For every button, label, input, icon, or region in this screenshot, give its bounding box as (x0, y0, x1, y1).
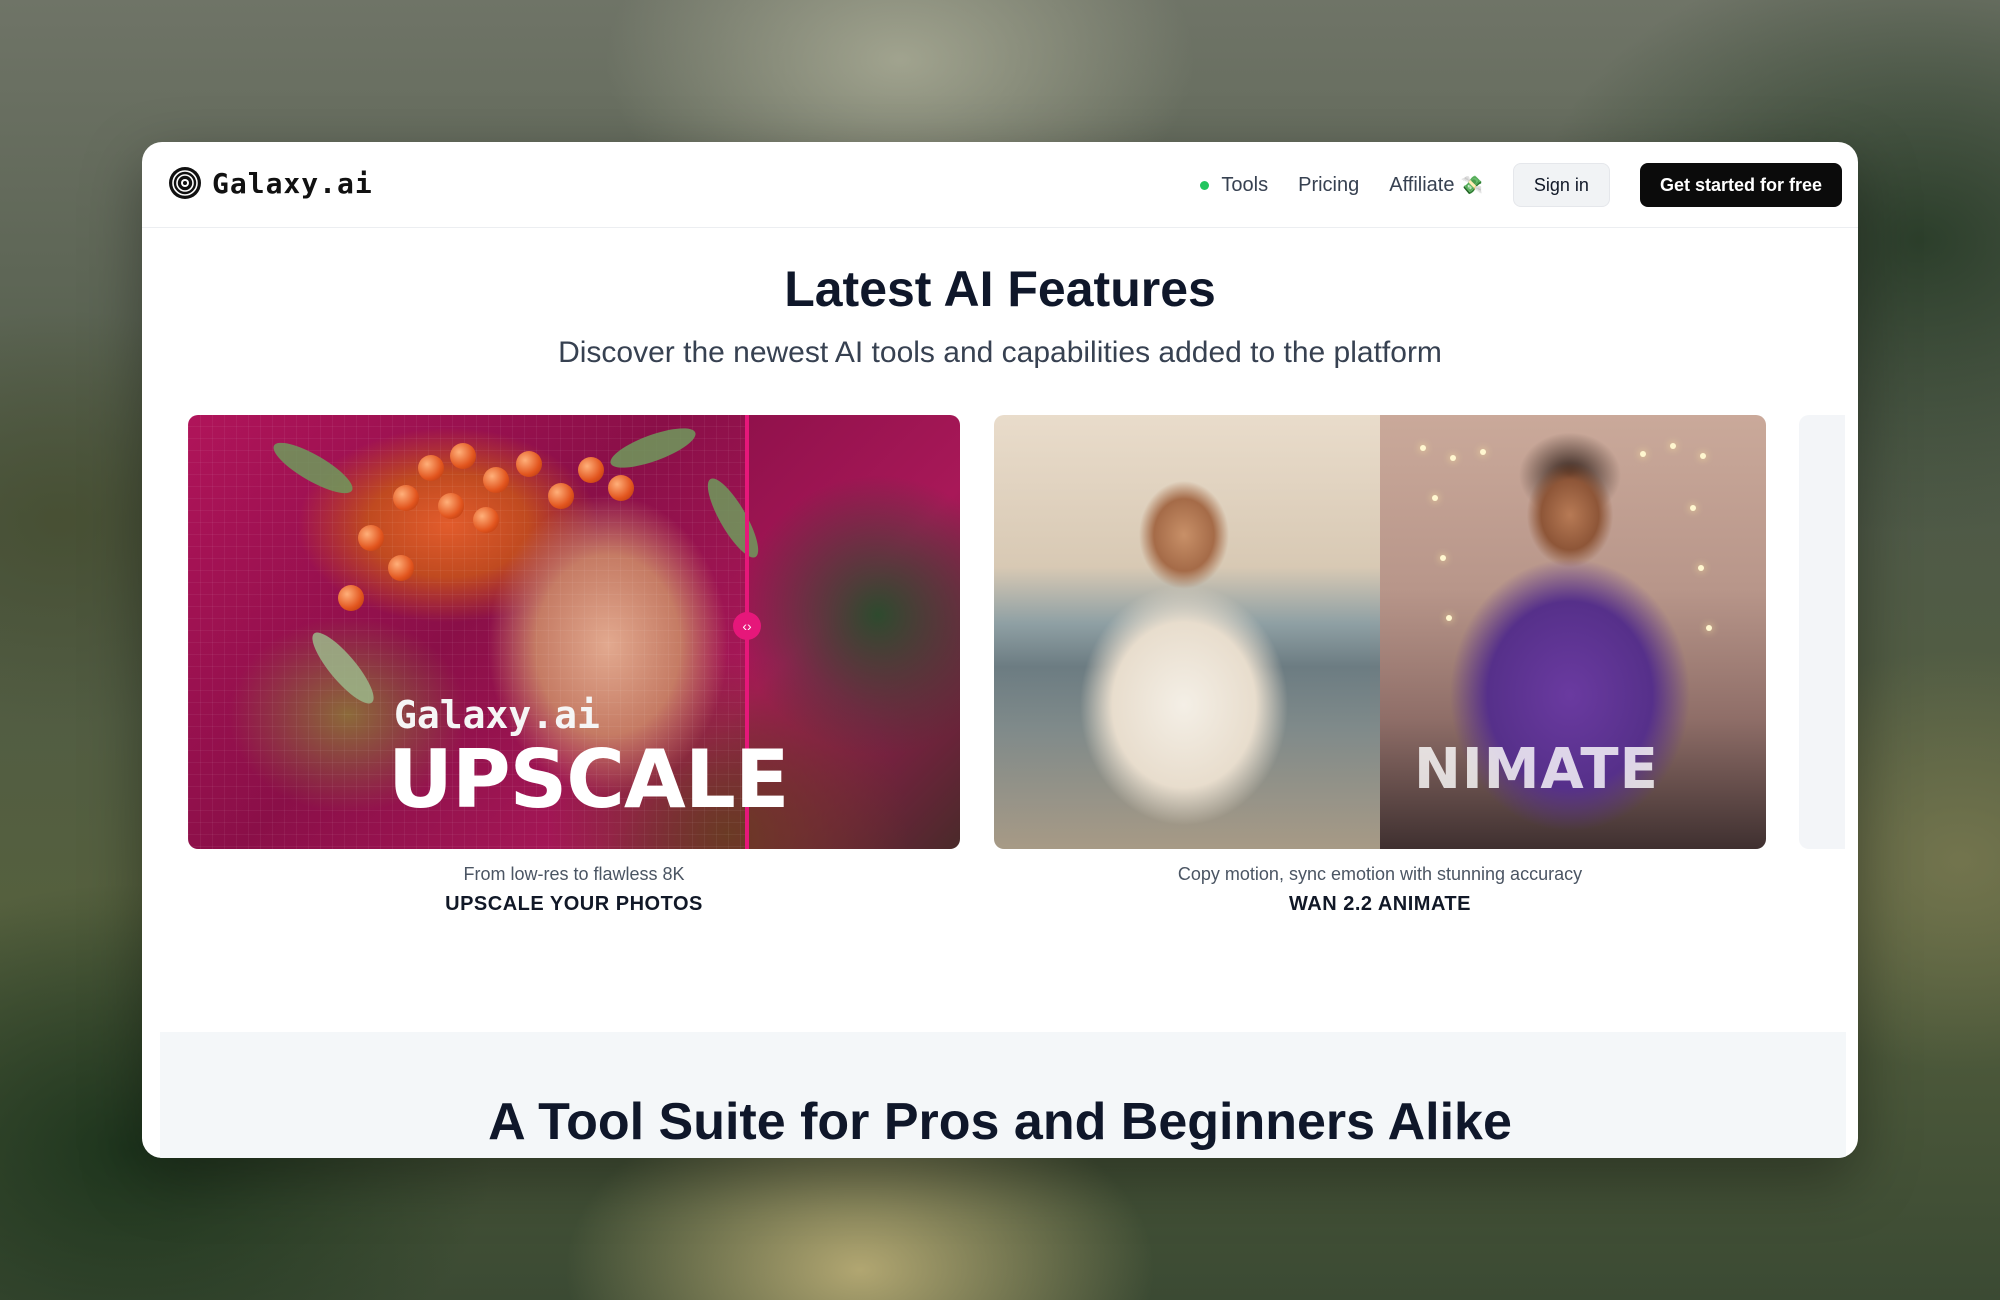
feature-caption-animate-sub: Copy motion, sync emotion with stunning … (1177, 864, 1583, 884)
get-started-button[interactable]: Get started for free (1639, 163, 1842, 207)
feature-caption-animate: Copy motion, sync emotion with stunning … (994, 864, 1766, 916)
nav-link-pricing[interactable]: Pricing (1298, 174, 1359, 197)
money-wings-icon: 💸 (1460, 174, 1483, 195)
logo-text: Galaxy.ai (212, 166, 373, 200)
nav-link-tools[interactable]: Tools (1200, 174, 1268, 197)
upscale-word-overlay: UPSCALE (388, 733, 789, 826)
section-title: Latest AI Features (784, 261, 1216, 317)
nav-link-pricing-label: Pricing (1298, 173, 1360, 196)
animate-word-overlay: NIMATE (1414, 737, 1659, 802)
logo[interactable]: Galaxy.ai (168, 166, 373, 200)
feature-caption-upscale: From low-res to flawless 8K UPSCALE YOUR… (142, 864, 1006, 916)
galaxy-logo-icon (169, 167, 201, 199)
browser-window: Galaxy.ai Tools Pricing Affiliate 💸 Sign… (142, 142, 1858, 1158)
feature-card-next-peek[interactable] (1799, 415, 1845, 849)
tool-suite-title: A Tool Suite for Pros and Beginners Alik… (488, 1093, 1512, 1151)
top-navbar: Galaxy.ai Tools Pricing Affiliate 💸 Sign… (142, 142, 1858, 228)
status-dot-icon (1200, 180, 1210, 190)
section-subtitle: Discover the newest AI tools and capabil… (558, 336, 1442, 369)
feature-card-animate-image[interactable]: NIMATE (994, 415, 1766, 849)
nav-links: Tools Pricing Affiliate 💸 Sign in Get st… (1200, 162, 1842, 208)
animate-reference-photo (994, 415, 1380, 849)
feature-caption-animate-title[interactable]: WAN 2.2 ANIMATE (994, 893, 1766, 916)
nav-link-affiliate[interactable]: Affiliate 💸 (1389, 174, 1483, 197)
feature-caption-upscale-sub: From low-res to flawless 8K (463, 864, 685, 884)
feature-card-upscale-image[interactable]: ‹› Galaxy.ai UPSCALE (188, 415, 960, 849)
compare-slider-handle-icon[interactable]: ‹› (733, 612, 761, 640)
upscale-brand-overlay: Galaxy.ai (394, 693, 600, 737)
feature-caption-upscale-title[interactable]: UPSCALE YOUR PHOTOS (142, 893, 1006, 916)
nav-link-affiliate-label: Affiliate (1389, 173, 1455, 196)
sign-in-button[interactable]: Sign in (1512, 163, 1610, 207)
nav-link-tools-label: Tools (1221, 173, 1269, 196)
